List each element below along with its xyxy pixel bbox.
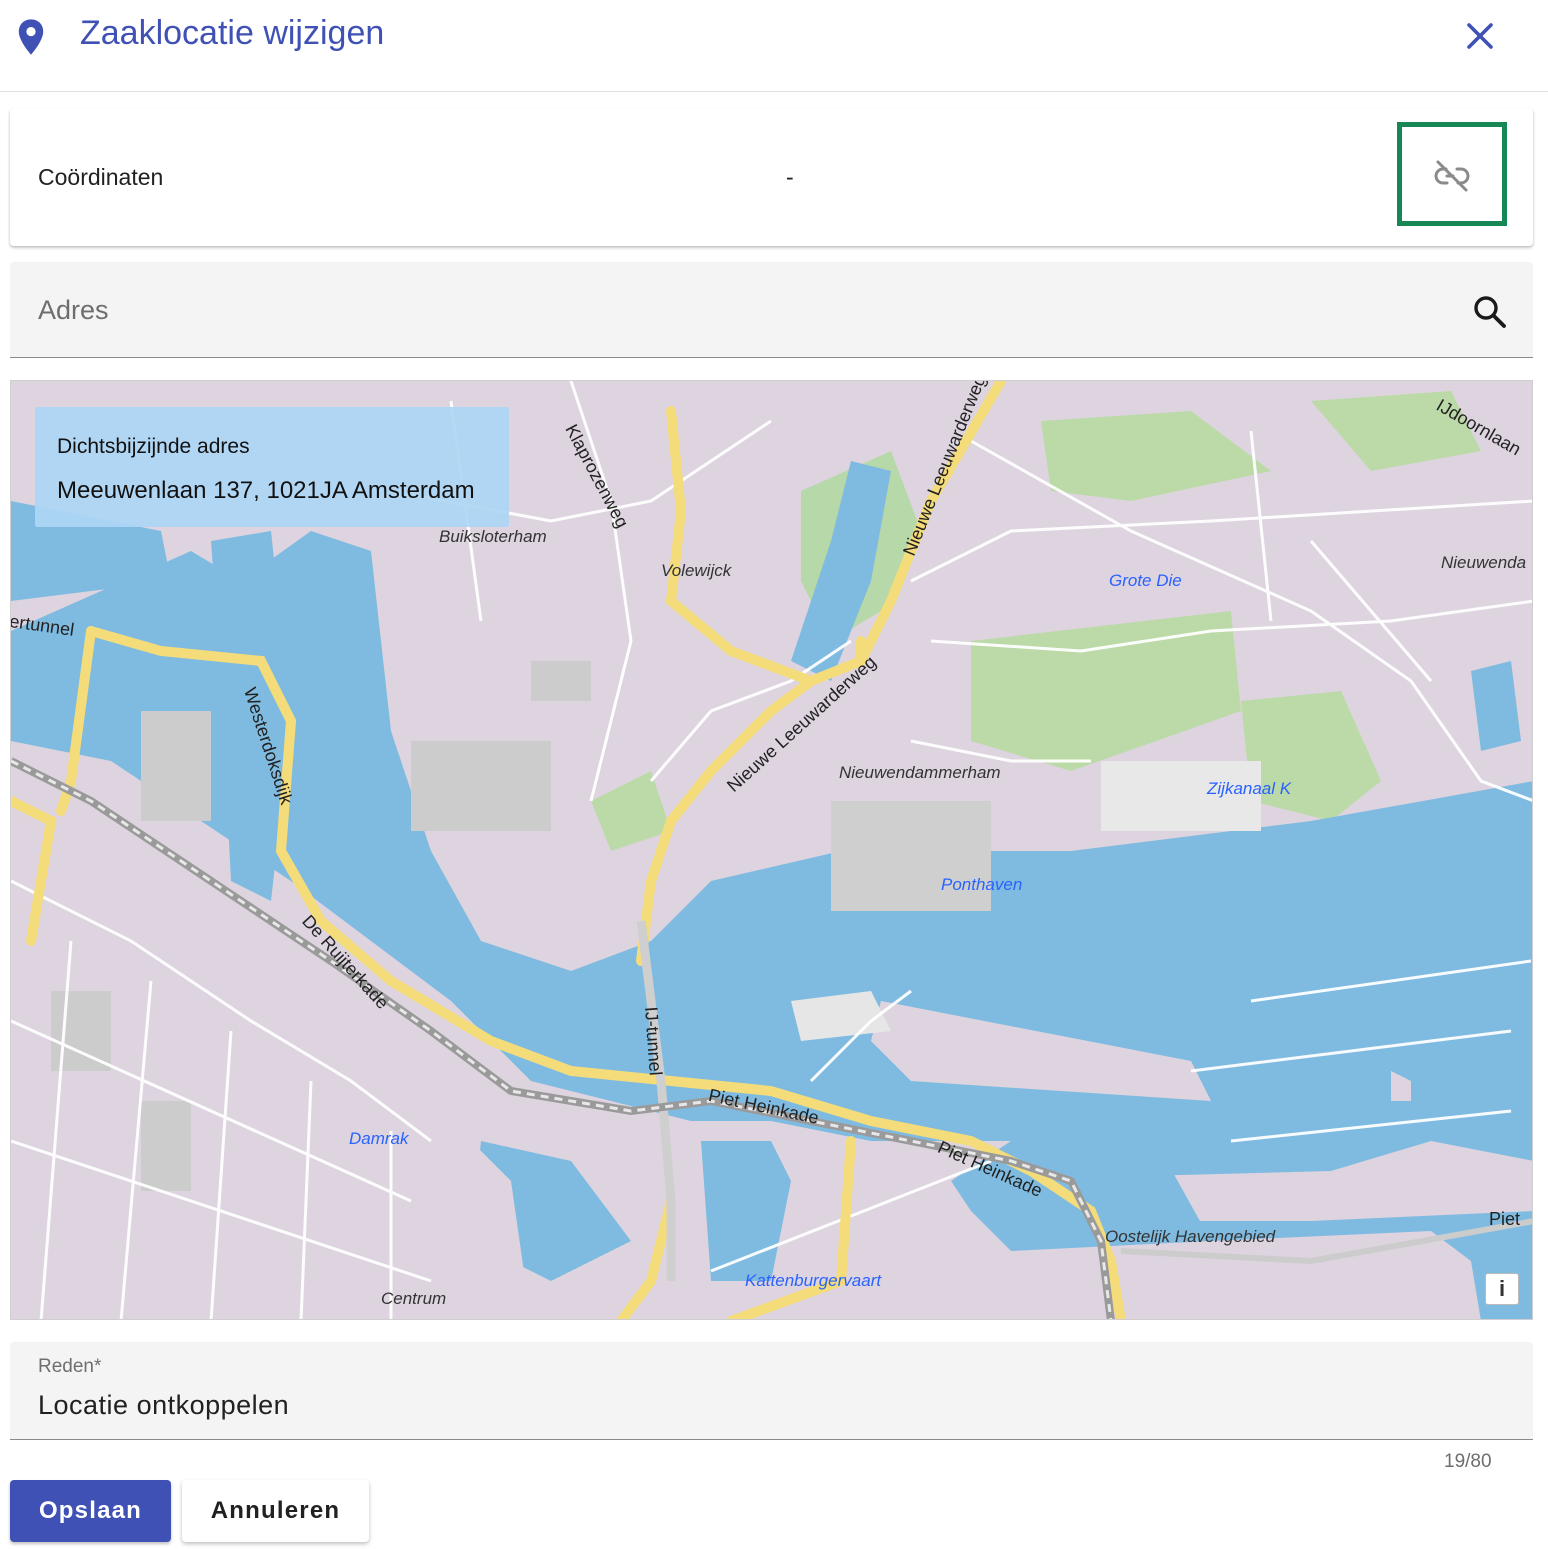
- map-label-grote-die: Grote Die: [1109, 571, 1182, 590]
- link-off-icon: [1434, 160, 1470, 192]
- map-label-volewijck: Volewijck: [661, 561, 732, 580]
- nearest-address-panel: Dichtsbijzijnde adres Meeuwenlaan 137, 1…: [35, 407, 509, 527]
- address-input[interactable]: [38, 290, 1438, 330]
- map-label-kattenburgervaart: Kattenburgervaart: [745, 1271, 882, 1290]
- map-label-nieuwendammerham: Nieuwendammerham: [839, 763, 1001, 782]
- save-button[interactable]: Opslaan: [10, 1480, 171, 1542]
- map-label-centrum: Centrum: [381, 1289, 447, 1308]
- map-attribution-button[interactable]: i: [1485, 1273, 1519, 1305]
- unlink-location-button[interactable]: [1397, 122, 1507, 226]
- map-label-ponthaven: Ponthaven: [941, 875, 1023, 894]
- close-icon[interactable]: [1458, 14, 1502, 58]
- location-map[interactable]: Dichtsbijzijnde adres Meeuwenlaan 137, 1…: [10, 380, 1533, 1320]
- map-label-buiksloterham: Buiksloterham: [439, 527, 547, 546]
- reason-field[interactable]: Reden* Locatie ontkoppelen: [10, 1342, 1533, 1440]
- address-search-field: [10, 262, 1533, 358]
- cancel-button[interactable]: Annuleren: [182, 1480, 369, 1542]
- reason-label: Reden*: [38, 1356, 102, 1377]
- coordinates-card: Coördinaten -: [10, 108, 1533, 246]
- search-icon[interactable]: [1470, 292, 1510, 332]
- coordinates-label: Coördinaten: [38, 164, 164, 190]
- reason-character-counter: 19/80: [1444, 1451, 1492, 1472]
- nearest-address-title: Dichtsbijzijnde adres: [57, 435, 250, 458]
- map-label-zijkanaal-k: Zijkanaal K: [1207, 779, 1292, 798]
- map-label-nieuwendam: Nieuwenda: [1441, 553, 1527, 572]
- location-pin-icon: [18, 19, 44, 55]
- nearest-address-value: Meeuwenlaan 137, 1021JA Amsterdam: [57, 477, 475, 504]
- reason-input[interactable]: Locatie ontkoppelen: [38, 1390, 289, 1421]
- map-label-oostelijk-havengebied: Oostelijk Havengebied: [1105, 1227, 1276, 1246]
- coordinates-value: -: [786, 164, 794, 190]
- map-label-damrak: Damrak: [349, 1129, 409, 1148]
- dialog-header: Zaaklocatie wijzigen: [0, 0, 1548, 92]
- map-label-piet-edge: Piet: [1489, 1209, 1521, 1229]
- dialog-title: Zaaklocatie wijzigen: [80, 14, 385, 52]
